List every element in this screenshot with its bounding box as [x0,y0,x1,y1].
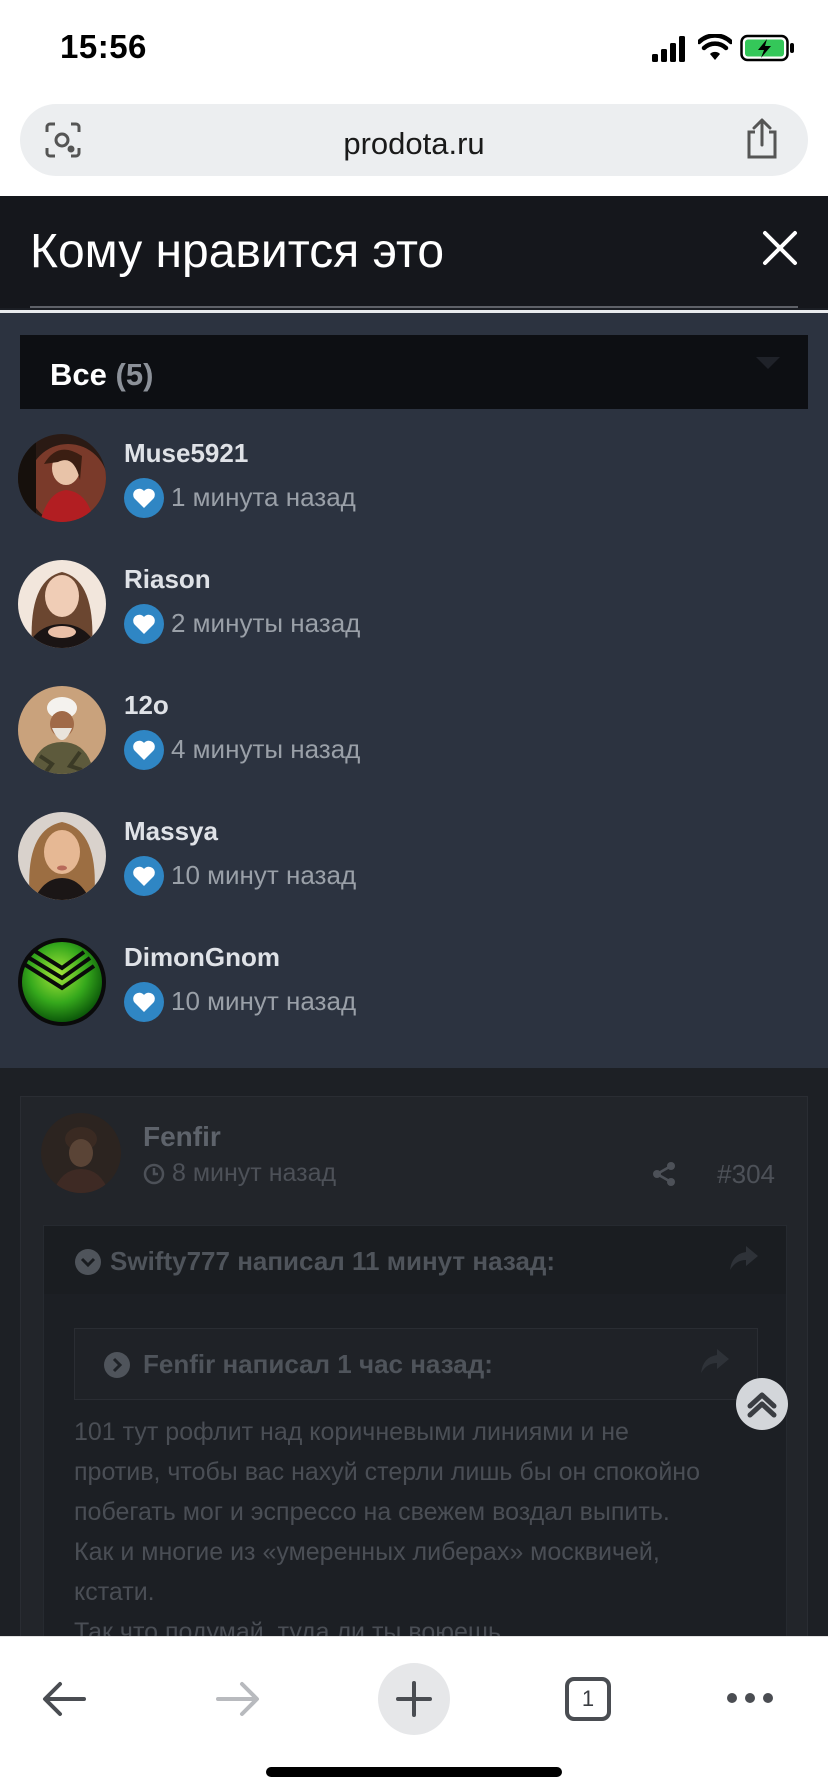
like-time: 2 минуты назад [171,608,361,638]
avatar [41,1113,121,1193]
post-number: #304 [717,1159,775,1189]
avatar[interactable] [18,686,106,774]
post-time: 8 минут назад [172,1159,337,1187]
reply-arrow-icon [730,1246,758,1270]
nested-quote-header: Fenfir написал 1 час назад: [74,1328,758,1400]
list-item[interactable]: Riason 2 минуты назад [0,546,828,672]
post-body-cut: Так что подумай, туда ли ты воюешь [74,1618,501,1636]
quote-caption: Swifty777 написал 11 минут назад: [110,1246,555,1277]
chevron-up-icon [747,1392,777,1418]
share-icon [653,1162,675,1186]
post-body: 101 тут рофлит над коричневыми линиями и… [74,1418,701,1606]
scroll-to-top-button[interactable] [736,1378,788,1430]
post-author: Fenfir [143,1121,221,1152]
avatar[interactable] [18,560,106,648]
liker-name[interactable]: DimonGnom [124,942,280,973]
post-card: Fenfir 8 минут назад #304 Swifty777 напи… [20,1096,808,1636]
url-text[interactable]: prodota.ru [20,126,808,162]
like-time: 4 минуты назад [171,734,361,764]
quote-block: Swifty777 написал 11 минут назад: Fenfir… [43,1225,787,1636]
modal-title: Кому нравится это [30,225,445,278]
liker-name[interactable]: Massya [124,816,218,847]
liker-name[interactable]: 12o [124,690,169,721]
quote-header: Swifty777 написал 11 минут назад: [44,1226,786,1294]
nested-quote-caption: Fenfir написал 1 час назад: [143,1349,493,1380]
more-dots-icon[interactable] [726,1691,774,1705]
likes-modal-body: Все (5) Muse5921 1 минута назад Riason 2… [0,313,828,1068]
home-indicator [266,1767,562,1777]
status-time: 15:56 [60,28,147,65]
heart-icon [124,478,164,518]
heart-icon [124,856,164,896]
chevron-down-icon [756,357,780,369]
address-bar[interactable]: prodota.ru [20,104,808,176]
liker-name[interactable]: Muse5921 [124,438,248,469]
filter-count: (5) [115,357,154,392]
heart-icon [124,604,164,644]
liker-name[interactable]: Riason [124,564,211,595]
filter-name: Все [50,357,107,392]
forward-arrow-icon[interactable] [214,1679,262,1719]
reaction-filter-dropdown[interactable]: Все (5) [20,335,808,409]
list-item[interactable]: Muse5921 1 минута назад [0,420,828,546]
heart-icon [124,982,164,1022]
like-time: 1 минута назад [171,482,356,512]
avatar[interactable] [18,938,106,1026]
list-item[interactable]: Massya 10 минут назад [0,798,828,924]
like-time: 10 минут назад [171,986,357,1016]
post-body-text: 101 тут рофлит над коричневыми линиями и… [74,1412,714,1636]
avatar[interactable] [18,812,106,900]
reply-arrow-icon [701,1349,729,1373]
share-icon[interactable] [744,118,780,160]
like-time: 10 минут назад [171,860,357,890]
filter-label: Все (5) [50,357,153,393]
background-post-overlay: Fenfir 8 минут назад #304 Swifty777 напи… [0,1068,828,1636]
avatar[interactable] [18,434,106,522]
nested-quote-suffix: написал 1 час назад: [222,1349,493,1379]
battery-charging-icon [740,34,794,62]
close-icon[interactable] [760,228,800,268]
likers-list: Muse5921 1 минута назад Riason 2 минуты … [0,420,828,1050]
list-item[interactable]: 12o 4 минуты назад [0,672,828,798]
nested-quote-author: Fenfir [143,1349,216,1379]
quote-author: Swifty777 [110,1246,230,1276]
heart-icon [124,730,164,770]
status-bar: 15:56 [0,0,828,96]
browser-address-area: prodota.ru [0,96,828,196]
back-arrow-icon[interactable] [40,1679,88,1719]
plus-icon [396,1681,432,1717]
divider [30,306,798,308]
browser-toolbar: 1 [0,1636,828,1792]
wifi-icon [698,34,732,60]
list-item[interactable]: DimonGnom 10 минут назад [0,924,828,1050]
clock-icon [143,1163,165,1185]
cellular-signal-icon [652,36,685,62]
tabs-button[interactable]: 1 [565,1677,611,1721]
quote-suffix: написал 11 минут назад: [237,1246,556,1276]
likes-modal-header: Кому нравится это [0,196,828,308]
chevron-right-icon [104,1352,130,1378]
chevron-down-icon [75,1249,101,1275]
new-tab-button[interactable] [378,1663,450,1735]
